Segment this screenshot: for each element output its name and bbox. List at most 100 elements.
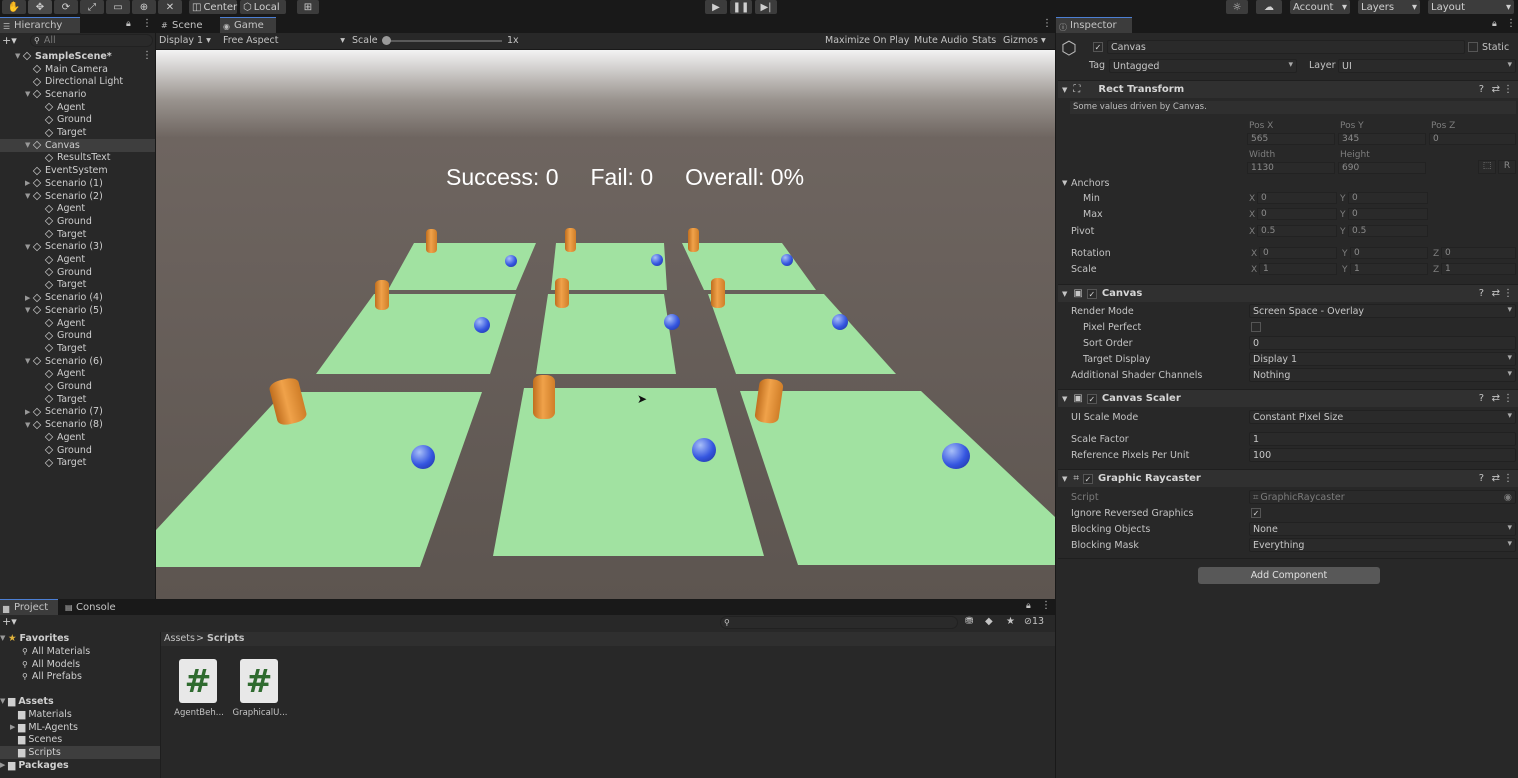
object-picker-icon[interactable]: ◉ [1504, 492, 1512, 503]
lock-icon[interactable]: 🔒︎ [1026, 601, 1031, 611]
asset-folder-item[interactable]: ▆ Materials [0, 708, 160, 721]
hierarchy-item[interactable]: EventSystem [0, 164, 155, 177]
help-icon[interactable]: ? [1479, 84, 1484, 95]
static-checkbox[interactable] [1468, 42, 1478, 52]
hierarchy-item[interactable]: ▼ Scenario (8) [0, 418, 155, 431]
blueprint-mode-icon[interactable]: ⬚ [1478, 160, 1496, 174]
services-icon[interactable]: ☼ [1226, 0, 1248, 14]
gizmos-toggle[interactable]: Gizmos ▾ [1003, 35, 1046, 46]
favorites-item[interactable]: ▼ ★ Favorites [0, 632, 155, 645]
anchor-min-y-field[interactable]: 0 [1348, 192, 1428, 204]
hierarchy-item[interactable]: ▼ Scenario (3) [0, 241, 155, 254]
rect-transform-header[interactable]: ▼ ⛶ Rect Transform ? ⇄ ⋮ [1058, 80, 1518, 98]
hierarchy-item[interactable]: Target [0, 456, 155, 469]
scale-factor-field[interactable]: 1 [1249, 432, 1516, 446]
rect-tool-icon[interactable]: ▭ [106, 0, 130, 14]
hierarchy-item[interactable]: Target [0, 228, 155, 241]
cloud-icon[interactable]: ☁ [1256, 0, 1282, 14]
pixel-perfect-checkbox[interactable] [1251, 322, 1261, 332]
add-icon[interactable]: +▾ [2, 34, 17, 47]
width-field[interactable]: 1130 [1247, 162, 1335, 174]
hierarchy-item[interactable]: Agent [0, 202, 155, 215]
filter-type-icon[interactable]: ⛃ [965, 616, 973, 627]
hierarchy-item[interactable]: Ground [0, 380, 155, 393]
pos-y-field[interactable]: 345 [1338, 133, 1426, 145]
transform-tool-icon[interactable]: ⊕ [132, 0, 156, 14]
hierarchy-item[interactable]: ▼ Scenario (5) [0, 304, 155, 317]
anchor-max-y-field[interactable]: 0 [1348, 208, 1428, 220]
foldout-arrow-icon[interactable]: ▶ [10, 723, 18, 731]
display-dropdown[interactable]: Display 1 ▾ [159, 35, 211, 46]
favorite-item[interactable]: ⚲ All Materials [0, 645, 155, 658]
pivot-local-button[interactable]: ⬡ Local [240, 0, 286, 14]
scale-tool-icon[interactable]: ⤢ [80, 0, 104, 14]
preset-icon[interactable]: ⇄ [1492, 288, 1500, 299]
create-asset-icon[interactable]: +▾ [2, 615, 17, 628]
pos-z-field[interactable]: 0 [1429, 133, 1516, 145]
hierarchy-item[interactable]: ▼ Canvas [0, 138, 155, 152]
canvas-component-header[interactable]: ▼ ▣ ✓ Canvas ? ⇄ ⋮ [1058, 284, 1518, 302]
layer-dropdown[interactable]: UI [1338, 59, 1516, 73]
hierarchy-item[interactable]: Main Camera [0, 63, 155, 76]
component-menu-icon[interactable]: ⋮ [1503, 393, 1513, 404]
hand-tool-icon[interactable]: ✋ [2, 0, 26, 14]
scale-slider[interactable] [384, 40, 502, 42]
scale-slider-handle[interactable] [382, 36, 391, 45]
tab-hierarchy[interactable]: ☰ Hierarchy [0, 17, 80, 33]
preset-icon[interactable]: ⇄ [1492, 84, 1500, 95]
canvas-enabled-checkbox[interactable]: ✓ [1086, 288, 1097, 299]
graphic-raycaster-header[interactable]: ▼ ⌗ ✓ Graphic Raycaster ? ⇄ ⋮ [1058, 469, 1518, 487]
pause-button-icon[interactable]: ❚❚ [730, 0, 752, 14]
filter-label-icon[interactable]: ◆ [985, 616, 993, 627]
lock-icon[interactable]: 🔒︎ [126, 19, 131, 29]
favorite-item[interactable]: ⚲ All Models [0, 658, 155, 671]
target-display-dropdown[interactable]: Display 1 [1249, 352, 1516, 366]
more-options-icon[interactable]: ⋮ [1041, 600, 1051, 611]
rotation-x-field[interactable]: 0 [1259, 247, 1337, 259]
blocking-objects-dropdown[interactable]: None [1249, 522, 1516, 536]
tab-console[interactable]: ▤ Console [62, 599, 124, 615]
hidden-packages-toggle[interactable]: ⊘13 [1024, 616, 1044, 627]
breadcrumb-assets[interactable]: Assets [164, 633, 195, 644]
anchors-foldout-icon[interactable]: ▼ [1062, 179, 1067, 187]
blocking-mask-dropdown[interactable]: Everything [1249, 538, 1516, 552]
hierarchy-item[interactable]: Agent [0, 431, 155, 444]
foldout-arrow-icon[interactable]: ▼ [15, 52, 23, 60]
hierarchy-item[interactable]: ResultsText [0, 152, 155, 165]
script-asset[interactable]: # AgentBeh... [170, 654, 228, 724]
foldout-arrow-icon[interactable]: ▼ [25, 357, 33, 365]
hierarchy-item[interactable]: Agent [0, 317, 155, 330]
tab-inspector[interactable]: ⓘ Inspector [1056, 17, 1132, 33]
more-options-icon[interactable]: ⋮ [1042, 18, 1052, 29]
render-mode-dropdown[interactable]: Screen Space - Overlay [1249, 304, 1516, 318]
game-viewport[interactable]: Success: 0 Fail: 0 Overall: 0% ➤ [156, 50, 1055, 599]
play-button-icon[interactable]: ▶ [705, 0, 727, 14]
script-field[interactable]: ⌗ GraphicRaycaster ◉ [1249, 490, 1516, 504]
sort-order-field[interactable]: 0 [1249, 336, 1516, 350]
hierarchy-item[interactable]: Ground [0, 114, 155, 127]
hierarchy-item[interactable]: Directional Light [0, 75, 155, 88]
raycaster-enabled-checkbox[interactable]: ✓ [1083, 473, 1094, 484]
hierarchy-item[interactable]: ▼ Scenario (2) [0, 190, 155, 203]
rotation-y-field[interactable]: 0 [1350, 247, 1428, 259]
ignore-reversed-checkbox[interactable]: ✓ [1251, 508, 1261, 518]
layout-dropdown[interactable]: Layout ▾ [1428, 0, 1514, 14]
hierarchy-item[interactable]: ▶ Scenario (1) [0, 177, 155, 190]
favorite-item[interactable]: ⚲ All Prefabs [0, 670, 155, 683]
custom-tool-icon[interactable]: ✕ [158, 0, 182, 14]
scale-y-field[interactable]: 1 [1350, 263, 1428, 275]
hierarchy-item[interactable]: Agent [0, 253, 155, 266]
asset-folder-item[interactable]: ▆ Scenes [0, 733, 160, 746]
hierarchy-item[interactable]: Ground [0, 215, 155, 228]
mute-audio-toggle[interactable]: Mute Audio [914, 35, 968, 46]
hierarchy-item[interactable]: Target [0, 342, 155, 355]
account-dropdown[interactable]: Account ▾ [1290, 0, 1350, 14]
anchor-min-x-field[interactable]: 0 [1257, 192, 1337, 204]
lock-icon[interactable]: 🔒︎ [1492, 19, 1497, 29]
layers-dropdown[interactable]: Layers ▾ [1358, 0, 1420, 14]
tag-dropdown[interactable]: Untagged [1109, 59, 1297, 73]
foldout-arrow-icon[interactable]: ▶ [25, 179, 33, 187]
pivot-center-button[interactable]: ◫ Center [189, 0, 237, 14]
object-name-field[interactable]: Canvas [1107, 40, 1465, 54]
hierarchy-item[interactable]: Ground [0, 444, 155, 457]
